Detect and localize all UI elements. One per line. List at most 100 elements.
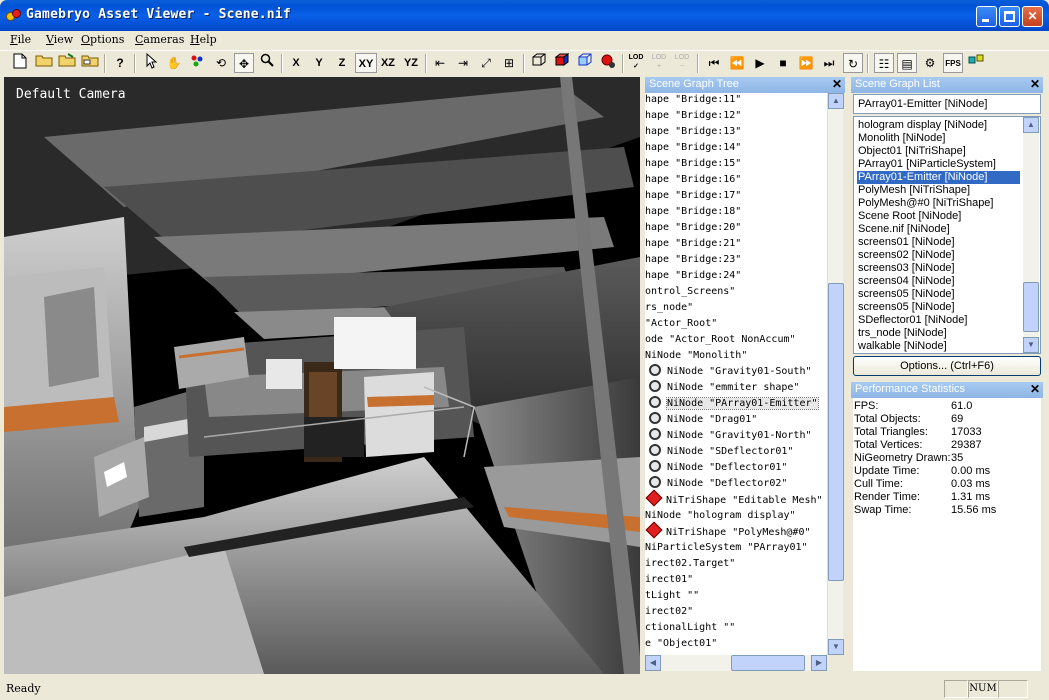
select-objects-icon[interactable] xyxy=(187,53,207,73)
tree-row[interactable]: NiNode "Drag01" xyxy=(645,412,757,428)
tree-row[interactable]: irect02.Target" xyxy=(645,556,735,572)
tree-row[interactable]: ctionalLight "" xyxy=(645,620,735,636)
list-item[interactable]: Scene Root [NiNode] xyxy=(858,210,961,223)
ninode-icon[interactable] xyxy=(649,428,661,440)
ninode-icon[interactable] xyxy=(649,412,661,424)
tree-row[interactable]: NiNode "Gravity01-South" xyxy=(645,364,812,380)
tree-row[interactable]: "Actor_Root" xyxy=(645,316,717,332)
tree-row[interactable]: NiNode "emmiter shape" xyxy=(645,380,799,396)
tree-row[interactable]: hape "Bridge:20" xyxy=(645,220,741,236)
wireframe-cube-icon[interactable] xyxy=(529,53,549,73)
stop-icon[interactable]: ■ xyxy=(773,53,793,73)
menu-view[interactable]: View xyxy=(46,33,73,46)
menu-cameras[interactable]: Cameras xyxy=(135,33,184,46)
list-item[interactable]: Monolith [NiNode] xyxy=(858,132,945,145)
list-item[interactable]: PArray01 [NiParticleSystem] xyxy=(858,158,996,171)
title-bar[interactable]: Gamebryo Asset Viewer - Scene.nif ✕ xyxy=(0,0,1049,31)
axis-xy-button[interactable]: XY xyxy=(355,53,377,73)
fps-toggle-icon[interactable]: FPS xyxy=(943,53,963,73)
scene-tree-close-icon[interactable]: ✕ xyxy=(832,77,842,92)
list-item[interactable]: Scene.nif [NiNode] xyxy=(858,223,950,236)
ninode-icon[interactable] xyxy=(649,380,661,392)
scene-graph-tree[interactable]: hape "Bridge:11" hape "Bridge:12" hape "Br… xyxy=(645,93,827,655)
move-left-icon[interactable]: ⇤ xyxy=(430,53,450,73)
new-file-icon[interactable] xyxy=(10,53,30,73)
scroll-down-icon[interactable]: ▼ xyxy=(828,639,844,655)
tree-row[interactable]: hape "Bridge:12" xyxy=(645,108,741,124)
scene-tree-hscroll-thumb[interactable] xyxy=(731,655,805,671)
axis-yz-button[interactable]: YZ xyxy=(400,53,422,73)
hierarchy-icon[interactable]: ⚙ xyxy=(920,53,940,73)
scroll-right-icon[interactable]: ▶ xyxy=(811,655,827,671)
tree-row[interactable]: NiNode "Gravity01-North" xyxy=(645,428,812,444)
tree-row[interactable]: e "Object01" xyxy=(645,636,717,652)
loop-icon[interactable]: ↻ xyxy=(843,53,863,73)
tree-row[interactable]: hape "Bridge:16" xyxy=(645,172,741,188)
tree-row[interactable]: hape "Bridge:17" xyxy=(645,188,741,204)
list-item[interactable]: screens03 [NiNode] xyxy=(858,262,955,275)
tree-row[interactable]: hape "Bridge:15" xyxy=(645,156,741,172)
axis-xz-button[interactable]: XZ xyxy=(377,53,399,73)
tree-row[interactable]: hape "Bridge:24" xyxy=(645,268,741,284)
nitrishape-icon[interactable] xyxy=(645,521,663,539)
scene-list-selection-field[interactable]: PArray01-Emitter [NiNode] xyxy=(853,94,1041,114)
list-item[interactable]: trs_node [NiNode] xyxy=(858,327,947,340)
list-item[interactable]: screens05 [NiNode] xyxy=(858,301,955,314)
tree-row[interactable]: tLight "" xyxy=(645,588,699,604)
list-item[interactable]: SDeflector01 [NiNode] xyxy=(858,314,967,327)
tree-row[interactable]: hape "Bridge:23" xyxy=(645,252,741,268)
list-scroll-up-icon[interactable]: ▲ xyxy=(1023,117,1039,133)
ninode-icon[interactable] xyxy=(649,396,661,408)
pan-hand-icon[interactable]: ✋ xyxy=(164,53,184,73)
fit-view-icon[interactable]: ⤢ xyxy=(476,53,496,73)
options-button[interactable]: Options... (Ctrl+F6) xyxy=(853,356,1041,376)
tree-row[interactable]: NiNode "Deflector01" xyxy=(645,460,787,476)
tree-row[interactable]: hape "Bridge:21" xyxy=(645,236,741,252)
ninode-icon[interactable] xyxy=(649,460,661,472)
scene-list-scroll-thumb[interactable] xyxy=(1023,282,1039,332)
play-icon[interactable]: ▶ xyxy=(750,53,770,73)
axis-y-button[interactable]: Y xyxy=(309,53,329,73)
scene-tree-toggle-icon[interactable]: ☷ xyxy=(874,53,894,73)
tree-row[interactable]: hape "Bridge:14" xyxy=(645,140,741,156)
list-item[interactable]: walkable [NiNode] xyxy=(858,340,947,353)
lod-increase-icon[interactable]: LOD ✓ xyxy=(626,53,646,73)
step-back-icon[interactable]: ⏪ xyxy=(727,53,747,73)
tree-row[interactable]: irect01" xyxy=(645,572,693,588)
tree-row[interactable]: NiTriShape "PolyMesh@#0" xyxy=(645,521,811,540)
scene-tree-scroll-thumb[interactable] xyxy=(828,283,844,581)
scene-list-box[interactable]: hologram display [NiNode] Monolith [NiNod… xyxy=(853,116,1041,354)
list-item[interactable]: Object01 [NiTriShape] xyxy=(858,145,966,158)
tree-row[interactable]: hape "Bridge:11" xyxy=(645,93,741,108)
translate-icon[interactable]: ✥ xyxy=(234,53,254,73)
tree-row[interactable]: ontrol_Screens" xyxy=(645,284,735,300)
scroll-up-icon[interactable]: ▲ xyxy=(828,93,844,109)
list-item[interactable]: screens01 [NiNode] xyxy=(858,236,955,249)
skip-end-icon[interactable]: ⏭ xyxy=(819,53,839,73)
ninode-icon[interactable] xyxy=(649,476,661,488)
scene-list-close-icon[interactable]: ✕ xyxy=(1030,77,1040,92)
list-item[interactable]: PArray01-Emitter [NiNode] xyxy=(857,171,1020,184)
step-forward-icon[interactable]: ⏩ xyxy=(796,53,816,73)
ninode-icon[interactable] xyxy=(649,444,661,456)
scene-list-vscroll[interactable]: ▲ ▼ xyxy=(1023,117,1039,353)
lighting-icon[interactable] xyxy=(598,53,618,73)
tree-row[interactable]: NiNode "hologram display" xyxy=(645,508,796,524)
nitrishape-icon[interactable] xyxy=(645,489,663,507)
list-item[interactable]: screens02 [NiNode] xyxy=(858,249,955,262)
lod-minus-icon[interactable]: LOD − xyxy=(672,53,692,73)
move-right-icon[interactable]: ⇥ xyxy=(453,53,473,73)
tree-row[interactable]: NiNode "PArray01-Emitter" xyxy=(645,396,819,412)
rotate-icon[interactable]: ⟲ xyxy=(211,53,231,73)
scene-list-toggle-icon[interactable]: ▤ xyxy=(897,53,917,73)
tree-row[interactable]: rs_node" xyxy=(645,300,693,316)
tree-row[interactable]: NiTriShape "Editable Mesh" xyxy=(645,489,823,508)
axis-x-button[interactable]: X xyxy=(286,53,306,73)
open-folder-icon[interactable] xyxy=(34,53,54,73)
skip-start-icon[interactable]: ⏮ xyxy=(704,53,724,73)
render-viewport[interactable]: Default Camera xyxy=(4,77,640,674)
tree-row[interactable]: NiNode "Deflector02" xyxy=(645,476,787,492)
fit-all-icon[interactable]: ⊞ xyxy=(499,53,519,73)
tree-row[interactable]: irect02" xyxy=(645,604,693,620)
menu-options[interactable]: Options xyxy=(81,33,124,46)
